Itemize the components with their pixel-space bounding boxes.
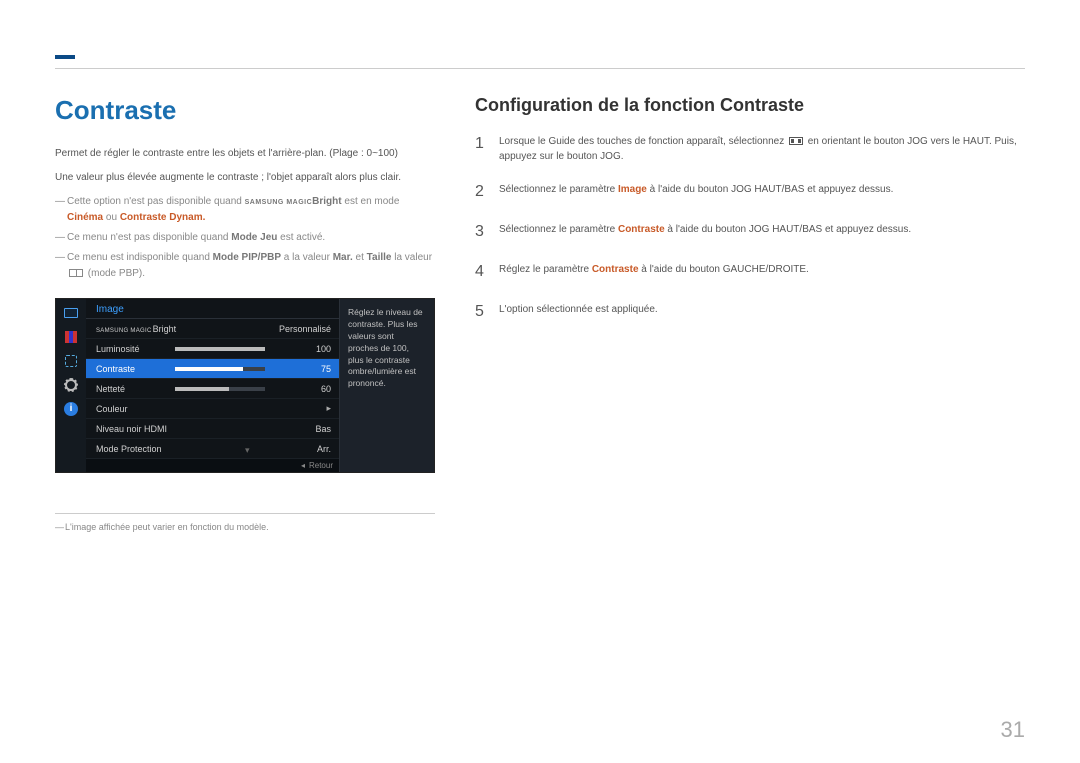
step-number: 3 bbox=[475, 220, 489, 244]
step-accent: Contraste bbox=[618, 224, 665, 235]
note-3: Ce menu est indisponible quand Mode PIP/… bbox=[55, 250, 435, 282]
step-text: Sélectionnez le paramètre Contraste à l'… bbox=[499, 220, 1025, 244]
osd-main: Image SAMSUNG MAGICBrightPersonnaliséLum… bbox=[86, 299, 339, 472]
step-text: Sélectionnez le paramètre Image à l'aide… bbox=[499, 180, 1025, 204]
osd-sidebar: i bbox=[56, 299, 86, 472]
osd-row-label: Niveau noir HDMI bbox=[96, 424, 271, 434]
section-heading: Configuration de la fonction Contraste bbox=[475, 95, 1025, 116]
osd-row-value: 100 bbox=[271, 344, 331, 354]
osd-screenshot: i Image SAMSUNG MAGICBrightPersonnaliséL… bbox=[55, 298, 435, 473]
osd-row-label: Contraste bbox=[96, 364, 169, 374]
note-2: Ce menu n'est pas disponible quand Mode … bbox=[55, 230, 435, 246]
osd-icon-image bbox=[63, 305, 79, 321]
step-accent: Contraste bbox=[592, 264, 639, 275]
osd-scroll-down-icon: ▾ bbox=[245, 445, 250, 456]
step: 4 Réglez le paramètre Contraste à l'aide … bbox=[475, 260, 1025, 284]
osd-row: Contraste 75 bbox=[86, 359, 339, 379]
osd-row: Couleur bbox=[86, 399, 339, 419]
osd-row-value: Personnalisé bbox=[271, 324, 331, 334]
header-accent-bar bbox=[55, 55, 75, 59]
samsung-magic-label: SAMSUNG MAGIC bbox=[245, 199, 313, 206]
note-1-b: est en mode bbox=[342, 196, 400, 207]
mode-jeu-label: Mode Jeu bbox=[231, 232, 277, 243]
page-title: Contraste bbox=[55, 95, 435, 126]
osd-row: Luminosité 100 bbox=[86, 339, 339, 359]
osd-row: SAMSUNG MAGICBrightPersonnalisé bbox=[86, 319, 339, 339]
page-number: 31 bbox=[1001, 717, 1025, 743]
page-content: Contraste Permet de régler le contraste … bbox=[55, 95, 1025, 532]
footnote-divider bbox=[55, 513, 435, 514]
note-2-a: Ce menu n'est pas disponible quand bbox=[67, 232, 231, 243]
intro-text-1: Permet de régler le contraste entre les … bbox=[55, 146, 435, 162]
osd-icon-info: i bbox=[63, 401, 79, 417]
osd-row-label: Couleur bbox=[96, 404, 271, 414]
step-number: 5 bbox=[475, 300, 489, 324]
taille-label: Taille bbox=[367, 252, 392, 263]
osd-description: Réglez le niveau de contraste. Plus les … bbox=[339, 299, 434, 472]
note-2-b: est activé. bbox=[277, 232, 325, 243]
osd-row-label: Netteté bbox=[96, 384, 169, 394]
menu-icon bbox=[789, 137, 803, 145]
step: 3 Sélectionnez le paramètre Contraste à l… bbox=[475, 220, 1025, 244]
osd-row: Mode ProtectionArr. bbox=[86, 439, 339, 459]
header-divider bbox=[55, 68, 1025, 69]
osd-slider bbox=[175, 387, 265, 391]
osd-row-label: SAMSUNG MAGICBright bbox=[96, 324, 271, 334]
step-number: 1 bbox=[475, 132, 489, 164]
step-number: 4 bbox=[475, 260, 489, 284]
note-3-b: a la valeur bbox=[281, 252, 333, 263]
osd-slider bbox=[175, 367, 265, 371]
right-column: Configuration de la fonction Contraste 1… bbox=[475, 95, 1025, 532]
osd-icon-settings bbox=[63, 377, 79, 393]
intro-text-2: Une valeur plus élevée augmente le contr… bbox=[55, 170, 435, 186]
footnote: L'image affichée peut varier en fonction… bbox=[55, 522, 435, 532]
osd-return-arrow-icon: ◂ bbox=[301, 461, 305, 470]
osd-row: Netteté 60 bbox=[86, 379, 339, 399]
pbp-layout-icon bbox=[69, 269, 83, 277]
step: 1 Lorsque le Guide des touches de fonctio… bbox=[475, 132, 1025, 164]
note-3-a: Ce menu est indisponible quand bbox=[67, 252, 213, 263]
bright-label: Bright bbox=[312, 196, 341, 207]
contraste-dynam-label: Contraste Dynam. bbox=[120, 212, 206, 223]
osd-slider bbox=[175, 347, 265, 351]
step: 2 Sélectionnez le paramètre Image à l'aid… bbox=[475, 180, 1025, 204]
mar-label: Mar. bbox=[333, 252, 353, 263]
note-3-c: et bbox=[353, 252, 367, 263]
note-1-c: ou bbox=[103, 212, 120, 223]
note-1-a: Cette option n'est pas disponible quand bbox=[67, 196, 245, 207]
osd-row-value bbox=[271, 403, 331, 414]
note-1: Cette option n'est pas disponible quand … bbox=[55, 194, 435, 226]
osd-icon-pip bbox=[63, 329, 79, 345]
osd-icon-display bbox=[63, 353, 79, 369]
mode-pip-pbp-label: Mode PIP/PBP bbox=[213, 252, 281, 263]
step: 5 L'option sélectionnée est appliquée. bbox=[475, 300, 1025, 324]
osd-row-value: Bas bbox=[271, 424, 331, 434]
left-column: Contraste Permet de régler le contraste … bbox=[55, 95, 435, 532]
note-3-d: la valeur bbox=[391, 252, 432, 263]
osd-row: Niveau noir HDMIBas bbox=[86, 419, 339, 439]
step-text: L'option sélectionnée est appliquée. bbox=[499, 300, 1025, 324]
step-accent: Image bbox=[618, 184, 647, 195]
osd-row-value: 60 bbox=[271, 384, 331, 394]
osd-header: Image bbox=[86, 299, 339, 319]
osd-row-label: Luminosité bbox=[96, 344, 169, 354]
osd-rows: SAMSUNG MAGICBrightPersonnaliséLuminosit… bbox=[86, 319, 339, 459]
step-text: Réglez le paramètre Contraste à l'aide d… bbox=[499, 260, 1025, 284]
cinema-label: Cinéma bbox=[67, 212, 103, 223]
note-3-e: (mode PBP). bbox=[85, 268, 145, 279]
step-number: 2 bbox=[475, 180, 489, 204]
step-text: Lorsque le Guide des touches de fonction… bbox=[499, 132, 1025, 164]
steps-list: 1 Lorsque le Guide des touches de fonctio… bbox=[475, 132, 1025, 324]
osd-row-value: Arr. bbox=[271, 444, 331, 454]
osd-footer: ◂ Retour bbox=[86, 459, 339, 472]
osd-return-label: Retour bbox=[309, 461, 333, 470]
osd-row-value: 75 bbox=[271, 364, 331, 374]
